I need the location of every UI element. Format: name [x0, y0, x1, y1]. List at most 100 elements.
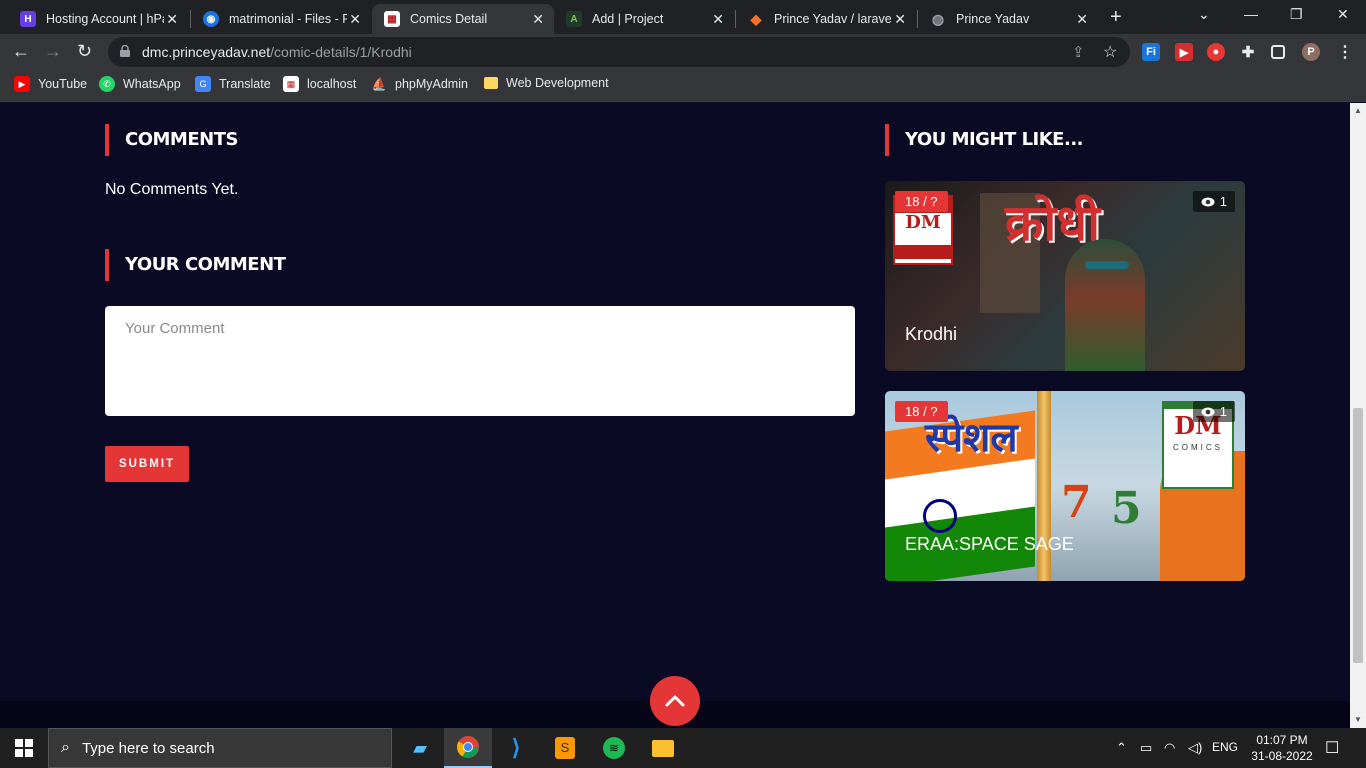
tab-comics-detail[interactable]: ▦ Comics Detail ✕ [372, 4, 554, 34]
tray-chevron-up-icon[interactable]: ⌃ [1116, 740, 1127, 756]
taskbar-app-spotify[interactable]: ≋ [590, 728, 638, 768]
close-icon[interactable]: ✕ [1076, 11, 1088, 28]
views-count: 1 [1219, 404, 1227, 419]
forward-button[interactable]: → [44, 41, 62, 62]
extension-record-icon[interactable]: ● [1207, 43, 1225, 61]
extension-video-icon[interactable]: ▶ [1175, 43, 1193, 61]
bookmark-label: localhost [307, 77, 357, 91]
menu-icon[interactable]: ⋮ [1336, 43, 1354, 61]
youtube-icon: ▶ [14, 76, 30, 92]
comics-icon: ▦ [384, 11, 400, 27]
clock-date: 31-08-2022 [1251, 749, 1313, 763]
cover-number-five: 5 [1111, 483, 1142, 534]
taskbar-clock[interactable]: 01:07 PM 31-08-2022 [1246, 732, 1318, 764]
card-title[interactable]: ERAA:SPACE SAGE [905, 534, 1074, 555]
tab-search-chevron-icon[interactable]: ⌄ [1198, 6, 1210, 23]
related-comic-card[interactable]: स्पेशल 7 5 DM COMICS 18 / ? 1 ERAA:SPACE… [885, 391, 1245, 581]
new-tab-button[interactable]: + [1110, 6, 1122, 29]
close-icon[interactable]: ✕ [349, 11, 361, 28]
search-icon: ⌕ [61, 739, 70, 756]
back-button[interactable]: ← [12, 41, 30, 62]
bookmark-star-icon[interactable]: ☆ [1103, 42, 1117, 62]
gitlab-icon: ◆ [750, 10, 762, 27]
reload-button[interactable]: ↻ [77, 41, 92, 62]
tab-matrimonial-files[interactable]: ◉ matrimonial - Files - Fi ✕ [191, 4, 371, 34]
taskbar-app-explorer-pc[interactable]: ▰ [396, 728, 444, 768]
share-icon[interactable]: ⇪ [1072, 43, 1085, 61]
adonis-icon: A [566, 11, 582, 27]
scroll-up-arrow-icon[interactable]: ▲ [1354, 106, 1362, 115]
scrollbar-thumb[interactable] [1353, 408, 1363, 663]
side-panel-icon[interactable] [1271, 45, 1285, 59]
chrome-icon [457, 736, 479, 758]
tab-add-project[interactable]: A Add | Project ✕ [554, 4, 734, 34]
search-placeholder: Type here to search [81, 739, 215, 757]
tray-wifi-icon[interactable]: ◠ [1164, 740, 1175, 756]
clock-time: 01:07 PM [1256, 733, 1308, 747]
tray-battery-icon[interactable]: ▭ [1140, 740, 1152, 756]
tab-title: Add | Project [592, 12, 664, 26]
taskbar-app-vscode[interactable]: ⟩ [492, 728, 540, 768]
you-might-like-heading: YOU MIGHT LIKE... [885, 124, 1084, 156]
bookmark-web-development[interactable]: Web Development [484, 76, 609, 90]
browser-toolbar: ← → ↻ dmc.princeyadav.net/comic-details/… [0, 34, 1366, 70]
bookmark-label: Web Development [506, 76, 609, 90]
taskbar-app-file-explorer[interactable] [639, 728, 687, 768]
close-icon[interactable]: ✕ [166, 11, 178, 28]
extension-fi-icon[interactable]: Fi [1142, 43, 1160, 61]
scroll-to-top-button[interactable] [650, 676, 700, 726]
sublime-icon: S [555, 737, 575, 759]
bookmark-label: Translate [219, 77, 271, 91]
tab-gitlab-prince-yadav[interactable]: ◆ Prince Yadav / laravel- ✕ [736, 4, 916, 34]
close-window-button[interactable]: ✕ [1337, 6, 1349, 23]
page-content: COMMENTS No Comments Yet. YOUR COMMENT S… [0, 103, 1350, 731]
views-badge: 1 [1192, 401, 1235, 422]
bookmark-youtube[interactable]: ▶ YouTube [14, 76, 87, 92]
bookmark-whatsapp[interactable]: ✆ WhatsApp [99, 76, 181, 92]
tab-prince-yadav[interactable]: ◍ Prince Yadav ✕ [918, 4, 1098, 34]
folder-icon [652, 739, 674, 757]
bookmark-label: YouTube [38, 77, 88, 91]
hostinger-icon: H [20, 11, 36, 27]
taskbar-search-box[interactable]: ⌕ Type here to search [48, 728, 392, 768]
views-badge: 1 [1192, 191, 1235, 212]
minimize-button[interactable]: — [1244, 6, 1258, 22]
vscode-icon: ⟩ [511, 735, 521, 760]
maximize-button[interactable]: ❐ [1290, 6, 1303, 23]
address-bar[interactable]: dmc.princeyadav.net/comic-details/1/Krod… [108, 37, 1130, 67]
episode-badge: 18 / ? [895, 191, 948, 212]
eye-icon [1201, 407, 1215, 416]
close-icon[interactable]: ✕ [894, 11, 906, 28]
bookmark-translate[interactable]: G Translate [195, 76, 271, 92]
bookmark-label: WhatsApp [123, 77, 181, 91]
submit-button[interactable]: SUBMIT [105, 446, 189, 482]
extensions-puzzle-icon[interactable]: ✚ [1239, 43, 1257, 61]
cover-character [1065, 239, 1145, 371]
tab-hosting-account[interactable]: H Hosting Account | hPa ✕ [8, 4, 188, 34]
no-comments-text: No Comments Yet. [105, 181, 239, 198]
taskbar-app-sublime[interactable]: S [541, 728, 589, 768]
close-icon[interactable]: ✕ [712, 11, 724, 28]
scroll-down-arrow-icon[interactable]: ▼ [1354, 715, 1362, 724]
eye-icon [1201, 197, 1215, 206]
lock-icon [120, 45, 130, 57]
your-comment-heading: YOUR COMMENT [105, 249, 286, 281]
tray-volume-icon[interactable]: ◁) [1188, 740, 1202, 756]
close-icon[interactable]: ✕ [532, 11, 544, 28]
tab-title: Prince Yadav [956, 12, 1030, 26]
computer-icon: ▰ [413, 737, 427, 758]
windows-start-button[interactable] [0, 728, 48, 768]
bookmark-phpmyadmin[interactable]: ⛵ phpMyAdmin [371, 76, 468, 92]
windows-taskbar: ⌕ Type here to search ▰ ⟩ S ≋ ⌃ ▭ ◠ ◁) E… [0, 728, 1366, 768]
taskbar-app-chrome[interactable] [444, 728, 492, 768]
vertical-scrollbar[interactable]: ▲ ▼ [1350, 103, 1366, 728]
bookmark-localhost[interactable]: ▦ localhost [283, 76, 356, 92]
comment-textarea[interactable] [105, 306, 855, 416]
chakra-icon [923, 499, 957, 533]
notification-icon[interactable]: ☐ [1325, 738, 1339, 758]
card-title[interactable]: Krodhi [905, 324, 957, 345]
related-comic-card[interactable]: DM क्रोधी 18 / ? 1 Krodhi [885, 181, 1245, 371]
profile-avatar[interactable]: P [1302, 43, 1320, 61]
tray-language[interactable]: ENG [1212, 740, 1238, 754]
tab-title: Hosting Account | hPa [46, 12, 164, 26]
